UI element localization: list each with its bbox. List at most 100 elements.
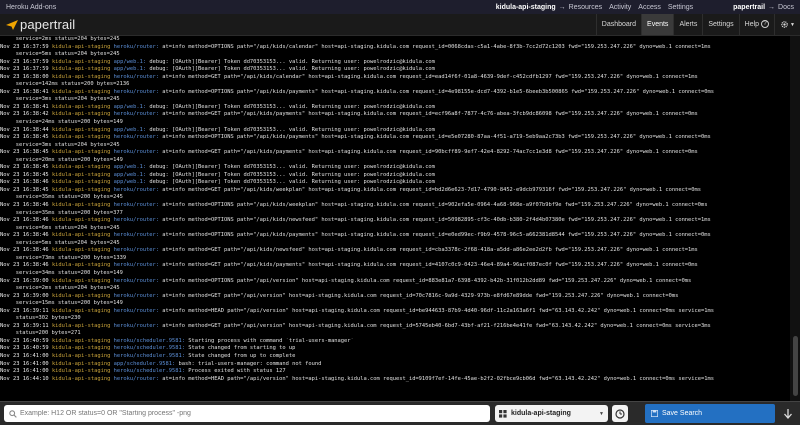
log-line[interactable]: Nov 23 16:38:45 kidula-api-staging app/w… <box>0 172 790 180</box>
log-program[interactable]: heroku/scheduler.9581: <box>114 338 185 344</box>
log-program[interactable]: app/web.1: <box>114 127 146 133</box>
log-line[interactable]: Nov 23 16:38:45 kidula-api-staging app/w… <box>0 164 790 172</box>
log-line[interactable]: Nov 23 16:38:45 kidula-api-staging herok… <box>0 134 790 142</box>
group-selector[interactable]: kidula-api-staging ▼ <box>495 405 608 422</box>
log-program[interactable]: heroku/router: <box>114 293 159 299</box>
log-line[interactable]: service=73ms status=200 bytes=1339 <box>0 255 790 263</box>
log-source[interactable]: kidula-api-staging <box>52 353 110 359</box>
log-timestamp[interactable]: Nov 23 16:38:41 <box>0 104 49 110</box>
log-source[interactable]: kidula-api-staging <box>52 308 110 314</box>
scroll-to-bottom-button[interactable] <box>778 404 797 423</box>
account-settings-button[interactable]: ▼ <box>774 14 800 35</box>
log-source[interactable]: kidula-api-staging <box>52 59 110 65</box>
log-timestamp[interactable]: Nov 23 16:38:46 <box>0 247 49 253</box>
log-source[interactable]: kidula-api-staging <box>52 134 110 140</box>
log-line[interactable]: service=20ms status=200 bytes=149 <box>0 157 790 165</box>
tab-settings[interactable]: Settings <box>702 14 738 35</box>
log-source[interactable]: kidula-api-staging <box>52 262 110 268</box>
heroku-account-name[interactable]: papertrail <box>733 4 765 11</box>
log-line[interactable]: Nov 23 16:38:41 kidula-api-staging app/w… <box>0 104 790 112</box>
log-line[interactable]: service=34ms status=200 bytes=149 <box>0 270 790 278</box>
log-line[interactable]: service=15ms status=200 bytes=149 <box>0 300 790 308</box>
log-program[interactable]: app/web.1: <box>114 179 146 185</box>
log-timestamp[interactable]: Nov 23 16:39:11 <box>0 308 49 314</box>
log-program[interactable]: heroku/router: <box>114 323 159 329</box>
log-timestamp[interactable]: Nov 23 16:38:45 <box>0 172 49 178</box>
heroku-app-name[interactable]: kidula-api-staging <box>496 4 556 11</box>
log-line[interactable]: Nov 23 16:44:10 kidula-api-staging herok… <box>0 376 790 384</box>
log-line[interactable]: Nov 23 16:38:46 kidula-api-staging herok… <box>0 262 790 270</box>
log-source[interactable]: kidula-api-staging <box>52 293 110 299</box>
log-program[interactable]: heroku/router: <box>114 232 159 238</box>
log-timestamp[interactable]: Nov 23 16:38:46 <box>0 179 49 185</box>
log-line[interactable]: Nov 23 16:38:45 kidula-api-staging herok… <box>0 187 790 195</box>
log-line[interactable]: service=35ms status=200 bytes=245 <box>0 194 790 202</box>
log-program[interactable]: app/web.1: <box>114 172 146 178</box>
log-source[interactable]: kidula-api-staging <box>52 361 110 367</box>
log-source[interactable]: kidula-api-staging <box>52 104 110 110</box>
log-line[interactable]: Nov 23 16:40:59 kidula-api-staging herok… <box>0 345 790 353</box>
log-line[interactable]: service=5ms status=204 bytes=245 <box>0 51 790 59</box>
heroku-link-activity[interactable]: Activity <box>609 4 631 11</box>
log-source[interactable]: kidula-api-staging <box>52 345 110 351</box>
log-program[interactable]: app/web.1: <box>114 66 146 72</box>
log-timestamp[interactable]: Nov 23 16:40:59 <box>0 345 49 351</box>
log-program[interactable]: heroku/router: <box>114 247 159 253</box>
log-program[interactable]: heroku/router: <box>114 89 159 95</box>
log-line[interactable]: Nov 23 16:38:46 kidula-api-staging herok… <box>0 232 790 240</box>
log-timestamp[interactable]: Nov 23 16:38:44 <box>0 127 49 133</box>
log-program[interactable]: heroku/router: <box>114 308 159 314</box>
log-timestamp[interactable]: Nov 23 16:39:00 <box>0 278 49 284</box>
log-source[interactable]: kidula-api-staging <box>52 278 110 284</box>
log-line[interactable]: Nov 23 16:38:46 kidula-api-staging app/w… <box>0 179 790 187</box>
log-source[interactable]: kidula-api-staging <box>52 232 110 238</box>
log-timestamp[interactable]: Nov 23 16:41:00 <box>0 353 49 359</box>
log-line[interactable]: Nov 23 16:39:11 kidula-api-staging herok… <box>0 308 790 316</box>
log-line[interactable]: Nov 23 16:38:44 kidula-api-staging app/w… <box>0 127 790 135</box>
log-timestamp[interactable]: Nov 23 16:40:59 <box>0 338 49 344</box>
log-source[interactable]: kidula-api-staging <box>52 89 110 95</box>
log-line[interactable]: Nov 23 16:39:11 kidula-api-staging herok… <box>0 323 790 331</box>
log-program[interactable]: heroku/router: <box>114 134 159 140</box>
log-program[interactable]: heroku/router: <box>114 111 159 117</box>
log-program[interactable]: heroku/router: <box>114 376 159 382</box>
log-line[interactable]: service=24ms status=200 bytes=149 <box>0 119 790 127</box>
log-timestamp[interactable]: Nov 23 16:38:45 <box>0 164 49 170</box>
log-source[interactable]: kidula-api-staging <box>52 376 110 382</box>
save-search-button[interactable]: Save Search <box>645 404 775 423</box>
log-line[interactable]: Nov 23 16:38:46 kidula-api-staging herok… <box>0 202 790 210</box>
log-timestamp[interactable]: Nov 23 16:37:59 <box>0 59 49 65</box>
log-source[interactable]: kidula-api-staging <box>52 44 110 50</box>
log-timestamp[interactable]: Nov 23 16:41:00 <box>0 361 49 367</box>
log-line[interactable]: Nov 23 16:40:59 kidula-api-staging herok… <box>0 338 790 346</box>
log-line[interactable]: Nov 23 16:38:45 kidula-api-staging herok… <box>0 149 790 157</box>
log-program[interactable]: heroku/scheduler.9581: <box>114 353 185 359</box>
log-source[interactable]: kidula-api-staging <box>52 217 110 223</box>
log-line[interactable]: Nov 23 16:38:46 kidula-api-staging herok… <box>0 247 790 255</box>
log-program[interactable]: heroku/router: <box>114 74 159 80</box>
log-program[interactable]: heroku/router: <box>114 278 159 284</box>
log-source[interactable]: kidula-api-staging <box>52 172 110 178</box>
log-program[interactable]: heroku/router: <box>114 217 159 223</box>
log-timestamp[interactable]: Nov 23 16:38:45 <box>0 187 49 193</box>
log-source[interactable]: kidula-api-staging <box>52 179 110 185</box>
log-line[interactable]: Nov 23 16:41:00 kidula-api-staging app/s… <box>0 361 790 369</box>
log-timestamp[interactable]: Nov 23 16:38:42 <box>0 111 49 117</box>
log-line[interactable]: service=3ms status=204 bytes=245 <box>0 142 790 150</box>
log-line[interactable]: service=35ms status=200 bytes=377 <box>0 210 790 218</box>
log-program[interactable]: app/web.1: <box>114 59 146 65</box>
log-program[interactable]: heroku/router: <box>114 187 159 193</box>
time-picker-button[interactable] <box>612 405 628 422</box>
log-source[interactable]: kidula-api-staging <box>52 149 110 155</box>
heroku-addons-title[interactable]: Heroku Add-ons <box>6 4 56 11</box>
log-program[interactable]: app/scheduler.9581: <box>114 361 176 367</box>
log-source[interactable]: kidula-api-staging <box>52 66 110 72</box>
event-log-stream[interactable]: service=2ms status=204 bytes=245 Nov 23 1… <box>0 36 790 401</box>
log-line[interactable]: status=302 bytes=230 <box>0 315 790 323</box>
search-input[interactable] <box>20 410 480 417</box>
papertrail-logo[interactable]: papertrail <box>6 17 75 32</box>
log-timestamp[interactable]: Nov 23 16:38:46 <box>0 217 49 223</box>
log-line[interactable]: Nov 23 16:41:00 kidula-api-staging herok… <box>0 368 790 376</box>
log-line[interactable]: service=2ms status=204 bytes=245 <box>0 285 790 293</box>
log-timestamp[interactable]: Nov 23 16:37:59 <box>0 66 49 72</box>
